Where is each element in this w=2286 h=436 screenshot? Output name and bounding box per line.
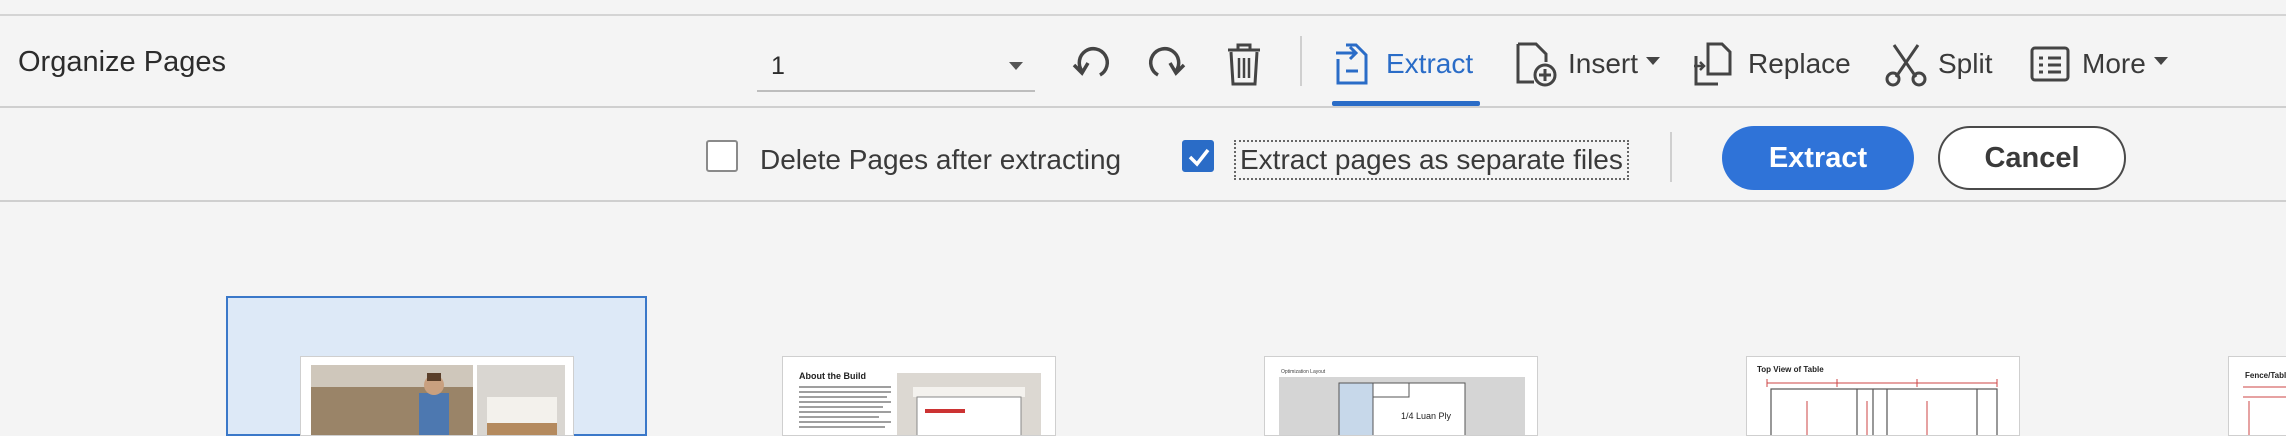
toolbar-divider [1300, 36, 1302, 86]
delete-pages-checkbox[interactable] [706, 140, 738, 172]
replace-label: Replace [1748, 48, 1851, 79]
replace-button[interactable]: Replace [1690, 36, 1851, 92]
trash-icon [1222, 40, 1266, 88]
more-options-icon [2028, 42, 2072, 86]
options-divider [1670, 132, 1672, 182]
redo-icon [1144, 41, 1190, 87]
chevron-down-icon [1646, 57, 1661, 65]
insert-label: Insert [1568, 48, 1639, 79]
extract-tool-label: Extract [1386, 48, 1474, 79]
cancel-button[interactable]: Cancel [1938, 126, 2126, 190]
page-number-value: 1 [771, 52, 785, 80]
extract-confirm-button[interactable]: Extract [1722, 126, 1914, 190]
insert-page-icon [1512, 40, 1558, 88]
redo-button[interactable] [1144, 36, 1190, 92]
page-1-photo-image [311, 365, 565, 435]
page-number-select[interactable]: 1 [757, 38, 1035, 92]
separate-files-checkbox[interactable] [1182, 140, 1214, 172]
chevron-down-icon [2153, 57, 2168, 65]
page-thumbnail-5[interactable]: Fence/Table [2228, 356, 2286, 436]
delete-pages-label: Delete Pages after extracting [760, 144, 1122, 175]
separate-files-label: Extract pages as separate files [1234, 140, 1629, 180]
page-thumbnail-3[interactable]: Optimization Layout 1/4 Luan Ply [1264, 356, 1538, 436]
active-tab-indicator [1332, 101, 1480, 106]
page-thumbnail-1[interactable] [300, 356, 574, 436]
page-thumbnail-2[interactable]: About the Build [782, 356, 1056, 436]
insert-menu-button[interactable]: Insert [1512, 36, 1661, 92]
page-3-layout-diagram [1279, 377, 1525, 435]
more-label: More [2082, 48, 2146, 79]
split-button[interactable]: Split [1884, 36, 1992, 92]
delete-button[interactable] [1222, 36, 1266, 92]
page-5-drawing [2243, 386, 2286, 435]
page-2-content-image [799, 373, 1041, 435]
split-label: Split [1938, 48, 1993, 79]
undo-icon [1068, 41, 1114, 87]
scissors-icon [1884, 41, 1928, 87]
chevron-down-icon [1009, 62, 1023, 70]
page-4-drawing [1766, 379, 1998, 435]
page-thumbnail-4[interactable]: Top View of Table [1746, 356, 2020, 436]
page-3-panel-label: 1/4 Luan Ply [1401, 411, 1452, 421]
more-menu-button[interactable]: More [2028, 36, 2168, 92]
page-title: Organize Pages [18, 46, 226, 78]
replace-icon [1690, 40, 1738, 88]
extract-tool-button[interactable]: Extract [1332, 36, 1473, 92]
undo-button[interactable] [1068, 36, 1114, 92]
organize-toolbar: Organize Pages 1 Extract Insert Replace … [0, 16, 2286, 108]
extract-icon [1332, 41, 1376, 87]
